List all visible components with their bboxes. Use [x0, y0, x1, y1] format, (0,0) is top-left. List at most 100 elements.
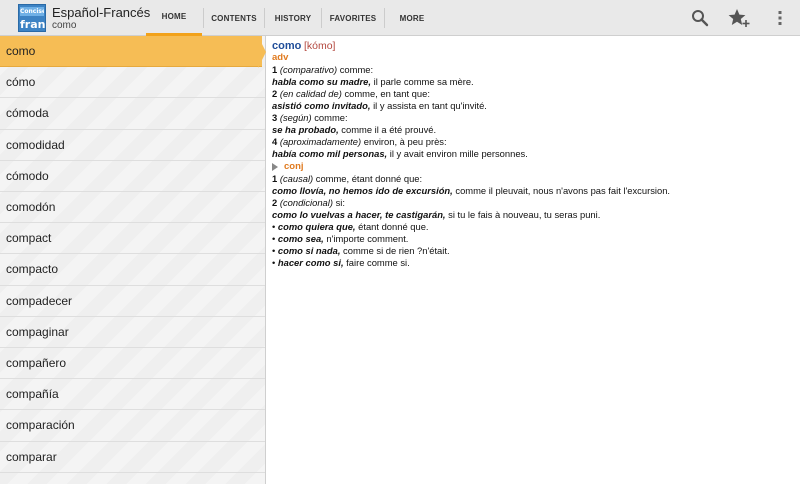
example-translation: si tu le fais à nouveau, tu seras puni. — [445, 209, 601, 220]
tab-favorites-label: FAVORITES — [329, 13, 377, 23]
sense-number: 2 — [272, 88, 278, 99]
action-bar: Concise fran Español-Francés como HOME C… — [0, 0, 800, 36]
app-logo-bottom-text: fran — [20, 18, 46, 31]
example-line: había como mil personas, il y avait envi… — [272, 148, 794, 160]
overflow-menu-icon[interactable] — [768, 6, 792, 30]
sense-gloss: (causal) — [279, 173, 314, 184]
bullet-icon: • — [272, 245, 276, 256]
part-of-speech-adv: adv — [272, 52, 289, 63]
list-item[interactable]: compañía — [0, 379, 265, 411]
list-item[interactable]: comodidad — [0, 130, 265, 161]
sense-number: 4 — [272, 136, 278, 147]
part-of-speech-conj: conj — [284, 161, 304, 172]
phrase-translation: faire comme si. — [343, 257, 410, 268]
example-text: como lo vuelvas a hacer, te castigarán, — [272, 209, 446, 220]
sense-gloss: (según) — [279, 112, 312, 123]
example-line: como lo vuelvas a hacer, te castigarán, … — [272, 209, 794, 221]
phrase-translation: n'importe comment. — [323, 233, 409, 244]
tab-contents[interactable]: CONTENTS — [204, 0, 264, 36]
tab-favorites[interactable]: FAVORITES — [322, 0, 384, 36]
list-item[interactable]: compañero — [0, 348, 265, 380]
tab-history-label: HISTORY — [274, 13, 312, 23]
app-logo-icon[interactable]: Concise fran — [18, 4, 46, 32]
sense-gloss: (comparativo) — [279, 64, 338, 75]
example-line: asistió como invitado, il y assista en t… — [272, 100, 794, 112]
list-item[interactable]: cómodo — [0, 161, 265, 192]
app-subtitle: como — [52, 20, 77, 31]
sense-line: 3 (según) comme: — [272, 112, 794, 124]
word-list[interactable]: como cómo cómoda comodidad cómodo comodó… — [0, 36, 266, 484]
pronunciation: [kómo] — [303, 40, 336, 52]
example-text: como llovía, no hemos ido de excursión, — [272, 185, 453, 196]
phrase-line: • como si nada, comme si de rien ?n'étai… — [272, 245, 794, 257]
sense-gloss: (en calidad de) — [279, 88, 342, 99]
sense-gloss: (condicional) — [279, 197, 333, 208]
sense-line: 1 (comparativo) comme: — [272, 64, 794, 76]
example-text: habla como su madre, — [272, 76, 371, 87]
list-item[interactable]: cómo — [0, 67, 265, 99]
phrase-line: • hacer como si, faire comme si. — [272, 257, 794, 269]
sense-number: 1 — [272, 64, 278, 75]
app-title: Español-Francés — [52, 5, 151, 20]
sense-line: 4 (aproximadamente) environ, à peu près: — [272, 136, 794, 148]
sense-gloss: (aproximadamente) — [279, 136, 362, 147]
example-translation: il y avait environ mille personnes. — [387, 148, 528, 159]
star-add-icon[interactable] — [727, 6, 751, 30]
expand-triangle-icon[interactable] — [272, 162, 278, 171]
phrase-line: • como sea, n'importe comment. — [272, 233, 794, 245]
list-item[interactable]: cómoda — [0, 98, 265, 130]
tab-home[interactable]: HOME — [146, 0, 202, 36]
bullet-icon: • — [272, 257, 276, 268]
example-line: se ha probado, comme il a été prouvé. — [272, 124, 794, 136]
tab-more[interactable]: MORE — [385, 0, 439, 36]
sense-number: 1 — [272, 173, 278, 184]
phrase-line: • como quiera que, étant donné que. — [272, 221, 794, 233]
selection-pointer-arrow — [258, 36, 266, 68]
list-item[interactable]: comparación — [0, 410, 265, 442]
sense-translation: environ, à peu près: — [361, 136, 447, 147]
example-translation: il parle comme sa mère. — [371, 76, 474, 87]
list-item[interactable]: comodón — [0, 192, 265, 224]
bullet-icon: • — [272, 233, 276, 244]
definition-pane: como [kómo] adv 1 (comparativo) comme: h… — [272, 40, 794, 269]
phrase-translation: étant donné que. — [355, 221, 429, 232]
phrase-text: hacer como si, — [277, 257, 344, 268]
example-text: había como mil personas, — [272, 148, 388, 159]
list-item[interactable]: compact — [0, 223, 265, 255]
sense-translation: comme: — [337, 64, 374, 75]
phrase-text: como sea, — [277, 233, 324, 244]
sense-translation: si: — [332, 197, 345, 208]
sense-line: 1 (causal) comme, étant donné que: — [272, 173, 794, 185]
sense-translation: comme, étant donné que: — [313, 173, 423, 184]
phrase-translation: comme si de rien ?n'était. — [340, 245, 450, 256]
example-translation: il y assista en tant qu'invité. — [370, 100, 487, 111]
list-item[interactable]: compacto — [0, 254, 265, 286]
tab-home-label: HOME — [161, 12, 187, 21]
headword: como — [272, 40, 302, 52]
sense-translation: comme, en tant que: — [341, 88, 430, 99]
tab-history[interactable]: HISTORY — [265, 0, 321, 36]
example-line: como llovía, no hemos ido de excursión, … — [272, 185, 794, 197]
example-text: se ha probado, — [272, 124, 339, 135]
sense-number: 2 — [272, 197, 278, 208]
sense-number: 3 — [272, 112, 278, 123]
list-item[interactable]: comparar — [0, 442, 265, 473]
entry-header: como [kómo] — [272, 40, 794, 52]
search-icon[interactable] — [688, 6, 712, 30]
phrase-text: como si nada, — [277, 245, 341, 256]
bullet-icon: • — [272, 221, 276, 232]
part-of-speech-conj-row[interactable]: conj — [272, 160, 794, 173]
example-line: habla como su madre, il parle comme sa m… — [272, 76, 794, 88]
list-item-selected[interactable]: como — [0, 36, 262, 68]
example-text: asistió como invitado, — [272, 100, 371, 111]
tab-more-label: MORE — [399, 13, 425, 23]
list-item[interactable]: compaginar — [0, 317, 265, 348]
list-item[interactable]: compadecer — [0, 286, 265, 317]
phrase-text: como quiera que, — [277, 221, 356, 232]
example-translation: comme il a été prouvé. — [338, 124, 437, 135]
sense-translation: comme: — [311, 112, 348, 123]
example-translation: comme il pleuvait, nous n'avons pas fait… — [452, 185, 671, 196]
tab-contents-label: CONTENTS — [211, 13, 257, 23]
sense-line: 2 (condicional) si: — [272, 197, 794, 209]
sense-line: 2 (en calidad de) comme, en tant que: — [272, 88, 794, 100]
